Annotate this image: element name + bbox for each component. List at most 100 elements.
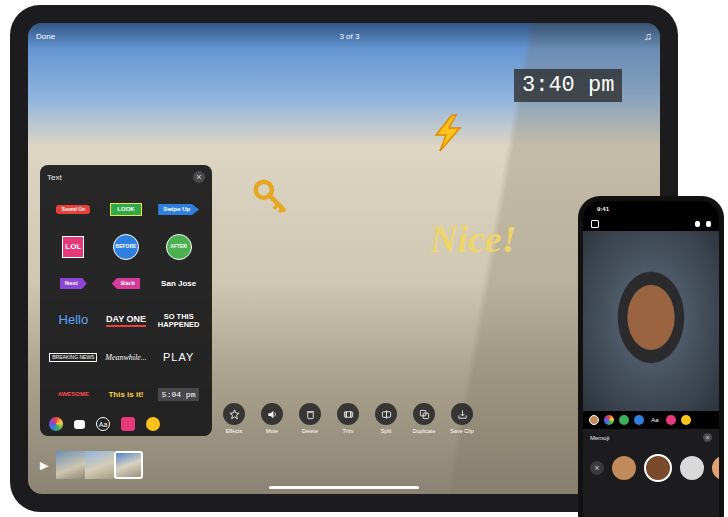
duplicate-icon [419, 409, 430, 420]
sticker-cell[interactable]: AWESOME [58, 391, 89, 398]
toolbar-button[interactable]: Duplicate [408, 403, 440, 434]
music-button[interactable]: ♫ [644, 30, 652, 42]
clip-thumbnail[interactable] [85, 451, 114, 479]
memoji-face[interactable] [680, 456, 704, 480]
emoji-icon[interactable] [681, 415, 691, 425]
text-sticker[interactable]: San Jose [161, 279, 196, 288]
tool-circle[interactable] [375, 403, 397, 425]
text-sticker[interactable]: SO THIS HAPPENED [157, 313, 201, 328]
sticker-cell[interactable]: SO THIS HAPPENED [157, 313, 201, 328]
sticker-cell[interactable]: Meanwhile... [105, 353, 147, 362]
text-sticker[interactable]: BREAKING NEWS [49, 353, 97, 363]
memoji-icon[interactable] [589, 415, 599, 425]
sticker-cell[interactable]: BREAKING NEWS [49, 353, 97, 363]
text-sticker[interactable]: AFTER [166, 234, 192, 260]
sticker-cell[interactable]: Sound On [56, 205, 90, 215]
text-sticker[interactable]: AWESOME [58, 391, 89, 398]
emoji-icon[interactable] [146, 417, 160, 431]
done-button[interactable]: Done [36, 32, 55, 41]
play-button[interactable]: ▶ [40, 459, 48, 472]
tool-circle[interactable] [451, 403, 473, 425]
sticker-cell[interactable]: PLAY [163, 351, 194, 364]
text-sticker[interactable]: LOOK [110, 203, 141, 216]
sticker-cell[interactable]: Swipe Up [158, 204, 199, 215]
text-sticker[interactable]: LOL [62, 236, 84, 258]
posters-icon[interactable] [634, 415, 644, 425]
text-tab[interactable]: Aa [96, 417, 110, 431]
camera-view [583, 231, 719, 411]
sticker-cell[interactable]: DAY ONE [106, 314, 146, 327]
bubble-icon[interactable] [74, 420, 85, 429]
sticker-cell[interactable]: BEFORE [113, 234, 139, 260]
sticker-cell[interactable]: Hello [59, 313, 89, 328]
text-sticker[interactable]: Hello [59, 313, 89, 328]
delete-icon [305, 409, 316, 420]
text-tab[interactable]: Aa [649, 415, 661, 425]
toolbar-button[interactable]: Trim [332, 403, 364, 434]
text-sticker[interactable]: Back [112, 278, 140, 289]
no-memoji-button[interactable]: × [590, 461, 604, 475]
scenes-icon[interactable] [619, 415, 629, 425]
text-sticker[interactable]: Next [60, 278, 87, 289]
effects-icon [229, 409, 240, 420]
toolbar-label: Mute [266, 428, 278, 434]
sticker-cell[interactable]: AFTER [166, 234, 192, 260]
iphone: 9:41AaMemoji×× [578, 196, 724, 517]
text-sticker[interactable]: 5:04 pm [158, 388, 200, 401]
memoji-face[interactable] [612, 456, 636, 480]
memoji-header: Memoji× [590, 433, 712, 442]
lightning-icon[interactable] [428, 113, 468, 153]
caption-overlay[interactable]: Nice! [430, 217, 517, 261]
sticker-cell[interactable]: Next [60, 278, 87, 289]
palette-icon[interactable] [49, 417, 63, 431]
sticker-cell[interactable]: LOOK [110, 203, 141, 216]
text-sticker[interactable]: Meanwhile... [105, 353, 147, 362]
status-bar: 9:41 [583, 201, 719, 217]
close-button[interactable]: × [193, 171, 205, 183]
text-sticker[interactable]: DAY ONE [106, 314, 146, 327]
text-sticker[interactable]: This is it! [108, 390, 143, 399]
sticker-icon[interactable] [666, 415, 676, 425]
time-overlay[interactable]: 3:40 pm [514, 69, 622, 102]
palette-icon[interactable] [604, 415, 614, 425]
filmstrip: ▶ [40, 451, 143, 479]
clip-list [56, 451, 143, 479]
memoji-face[interactable] [712, 456, 719, 480]
clip-thumbnail[interactable] [114, 451, 143, 479]
library-icon[interactable] [591, 220, 599, 228]
sticker-cell[interactable]: San Jose [161, 279, 196, 288]
mute-icon [267, 409, 278, 420]
toolbar-label: Split [381, 428, 392, 434]
tool-circle[interactable] [337, 403, 359, 425]
toolbar-button[interactable]: Effects [218, 403, 250, 434]
key-icon[interactable] [253, 179, 289, 215]
clip-counter: 3 of 3 [339, 32, 359, 41]
tool-circle[interactable] [413, 403, 435, 425]
tool-circle[interactable] [299, 403, 321, 425]
clip-thumbnail[interactable] [56, 451, 85, 479]
tool-circle[interactable] [223, 403, 245, 425]
close-button[interactable]: × [703, 433, 712, 442]
sticker-cell[interactable]: LOL [62, 236, 84, 258]
toolbar-button[interactable]: Split [370, 403, 402, 434]
text-sticker[interactable]: Swipe Up [158, 204, 199, 215]
text-sticker[interactable]: PLAY [163, 351, 194, 364]
sticker-grid: Sound On LOOK Swipe Up LOL BEFORE AFTER Next Ba… [47, 191, 205, 413]
mic-icon[interactable] [695, 221, 700, 227]
sticker-icon[interactable] [121, 417, 135, 431]
tool-circle[interactable] [261, 403, 283, 425]
panel-tabs: Aa [47, 413, 205, 431]
ipad-screen: Done3 of 3♫3:40 pmNice!Text×Sound OnLOOK… [28, 23, 660, 494]
memoji-list: × [590, 454, 712, 482]
toolbar-button[interactable]: Mute [256, 403, 288, 434]
memoji-face[interactable] [644, 454, 672, 482]
toolbar-button[interactable]: Save Clip [446, 403, 478, 434]
sticker-cell[interactable]: 5:04 pm [158, 388, 200, 401]
sticker-cell[interactable]: This is it! [108, 390, 143, 399]
text-sticker[interactable]: BEFORE [113, 234, 139, 260]
sticker-cell[interactable]: Back [112, 278, 140, 289]
toolbar-button[interactable]: Delete [294, 403, 326, 434]
text-panel: Text×Sound OnLOOKSwipe UpLOLBEFOREAFTERN… [40, 165, 212, 436]
music-icon[interactable] [706, 221, 711, 227]
text-sticker[interactable]: Sound On [56, 205, 90, 215]
